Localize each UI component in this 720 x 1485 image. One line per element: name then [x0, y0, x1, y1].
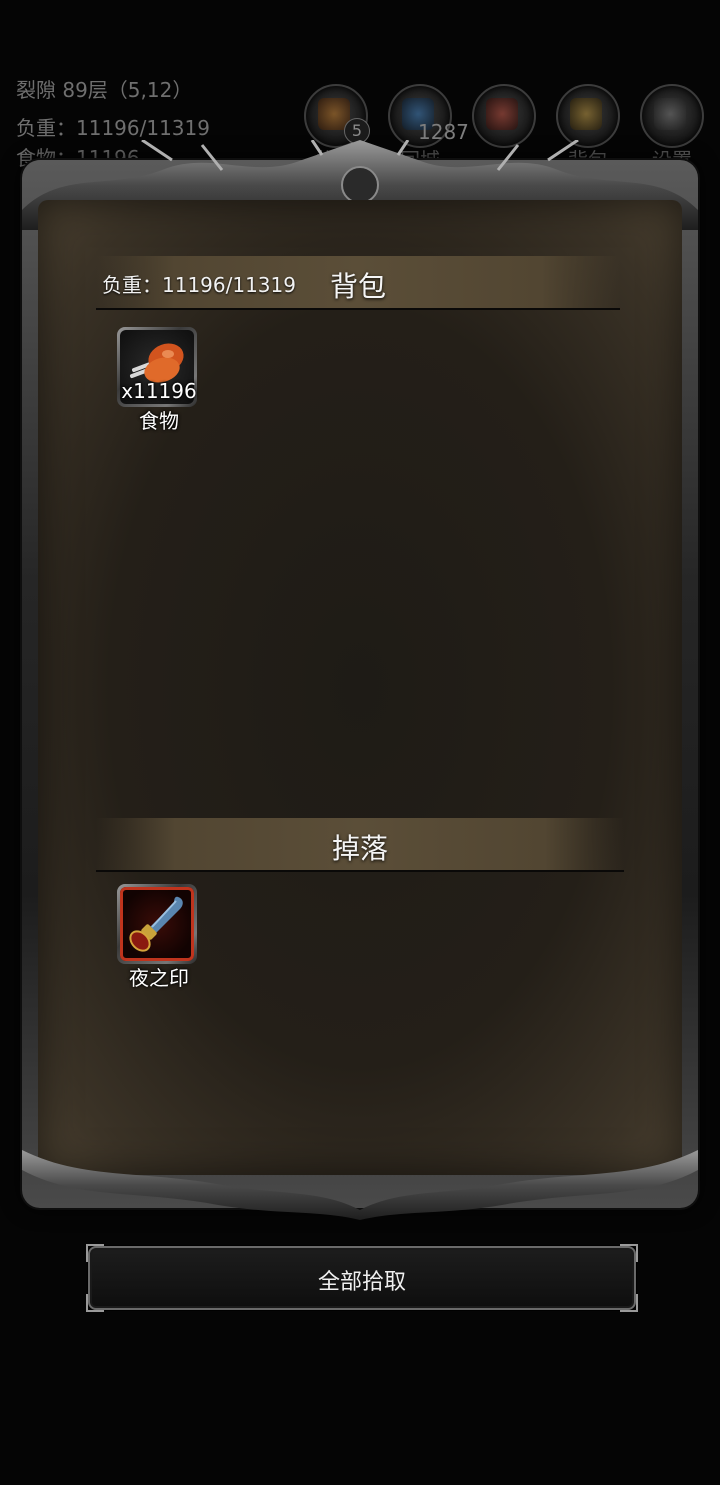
drops-title: 掉落 [331, 832, 388, 865]
drop-item-night-seal[interactable]: 夜之印 [117, 884, 201, 1004]
character-icon [486, 98, 518, 130]
seal-stamp-icon [129, 896, 183, 952]
hud-weight-label: 负重：11196/11319 [16, 116, 210, 140]
bag-section-header: 负重：11196/11319 背包 [96, 256, 620, 310]
drops-section-header: 掉落 [96, 818, 624, 872]
game-screen: 裂隙 89层（5,12） 负重：11196/11319 食物：11196 5 扎… [0, 0, 720, 1485]
item-quantity: x11196 [121, 379, 197, 403]
bag-title: 背包 [329, 270, 386, 303]
pickup-all-label: 全部拾取 [317, 1270, 406, 1295]
item-name: 食物 [139, 409, 179, 433]
item-name: 夜之印 [129, 966, 189, 990]
gear-icon [654, 98, 686, 130]
backpack-icon [570, 98, 602, 130]
bag-item-food[interactable]: x11196 食物 [117, 327, 201, 447]
item-slot [117, 884, 197, 964]
frame-bottom-ornament [22, 1150, 698, 1220]
pickup-all-button[interactable]: 全部拾取 [86, 1244, 638, 1312]
floor-location-label: 裂隙 89层（5,12） [16, 78, 193, 102]
